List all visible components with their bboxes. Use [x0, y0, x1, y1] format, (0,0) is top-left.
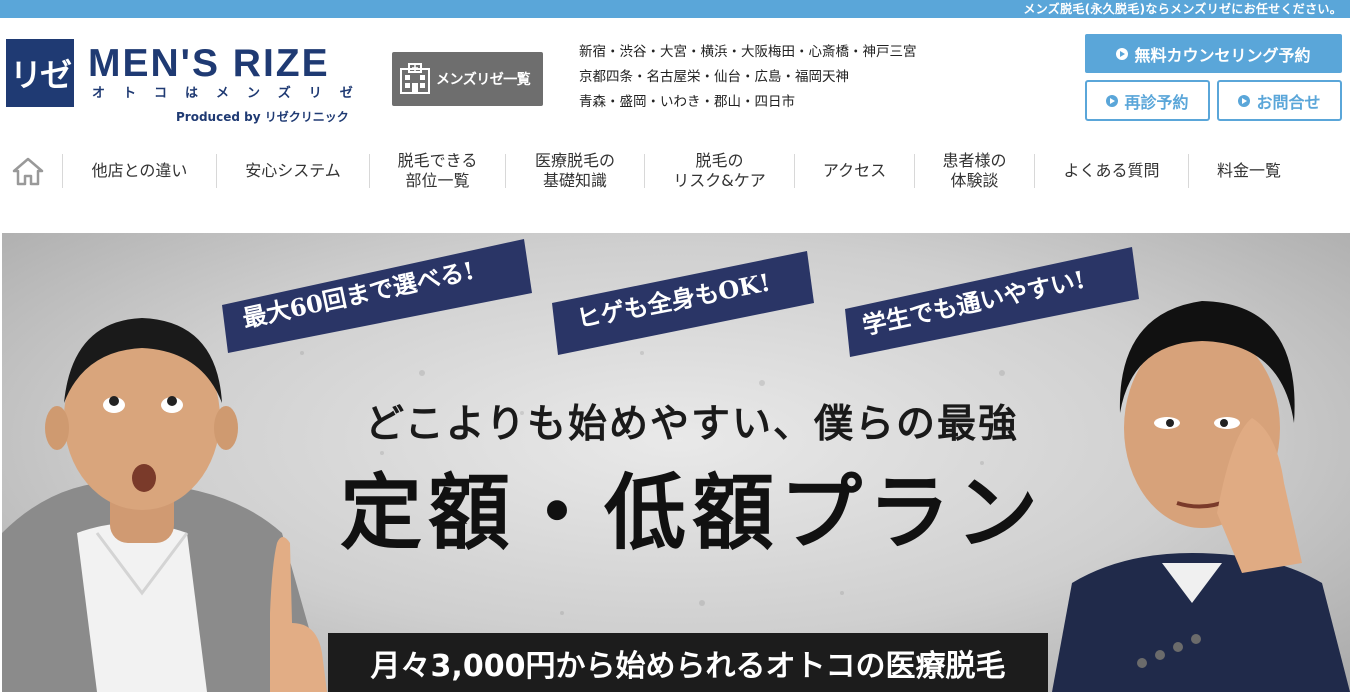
left-man-figure: [2, 318, 327, 692]
main-nav: 他店との違い 安心システム 脱毛できる 部位一覧 医療脱毛の 基礎知識 脱毛の …: [0, 146, 1350, 196]
revisit-booking-button[interactable]: 再診予約: [1085, 80, 1210, 121]
logo-brand-name[interactable]: MEN'S RIZE: [88, 42, 330, 86]
locations-line: 京都四条・名古屋栄・仙台・広島・福岡天神: [579, 69, 849, 85]
contact-button[interactable]: お問合せ: [1217, 80, 1342, 121]
logo-tagline: オトコはメンズリゼ: [92, 86, 371, 101]
clinic-list-label: メンズリゼ一覧: [436, 72, 531, 88]
nav-item-safety-system[interactable]: 安心システム: [217, 146, 369, 196]
nav-item-differences[interactable]: 他店との違い: [63, 146, 216, 196]
nav-item-risk-care[interactable]: 脱毛の リスク&ケア: [645, 146, 794, 196]
arrow-circle-icon: [1116, 47, 1129, 60]
nav-item-basics[interactable]: 医療脱毛の 基礎知識: [506, 146, 644, 196]
top-announcement-text: メンズ脱毛(永久脱毛)ならメンズリゼにお任せください。: [1023, 2, 1342, 16]
clinic-list-button[interactable]: メンズリゼ一覧: [392, 52, 543, 106]
top-announcement-bar: メンズ脱毛(永久脱毛)ならメンズリゼにお任せください。: [0, 0, 1350, 18]
logo-mark[interactable]: リゼ: [6, 39, 74, 107]
hero-price-text: 月々3,000円から始められるオトコの医療脱毛: [370, 649, 1006, 684]
locations-line: 青森・盛岡・いわき・郡山・四日市: [579, 94, 795, 110]
right-man-figure: [1052, 301, 1350, 692]
home-icon[interactable]: [12, 156, 44, 186]
free-counseling-label: 無料カウンセリング予約: [1134, 45, 1311, 65]
nav-item-pricing[interactable]: 料金一覧: [1189, 146, 1309, 196]
nav-item-faq[interactable]: よくある質問: [1035, 146, 1188, 196]
building-icon: [400, 63, 430, 94]
arrow-circle-icon: [1238, 94, 1251, 107]
locations-line: 新宿・渋谷・大宮・横浜・大阪梅田・心斎橋・神戸三宮: [579, 44, 917, 60]
logo-produced-by: Produced by リゼクリニック: [176, 110, 349, 124]
contact-label: お問合せ: [1256, 92, 1321, 112]
revisit-booking-label: 再診予約: [1124, 92, 1189, 112]
hero-banner[interactable]: 最大60回まで選べる! ヒゲも全身もOK! 学生でも通いやすい! どこよりも始め…: [2, 233, 1350, 692]
hero-headline: どこよりも始めやすい、僕らの最強: [364, 401, 1020, 447]
arrow-circle-icon: [1106, 94, 1119, 107]
clinic-locations: 新宿・渋谷・大宮・横浜・大阪梅田・心斎橋・神戸三宮 京都四条・名古屋栄・仙台・広…: [579, 40, 999, 115]
free-counseling-button[interactable]: 無料カウンセリング予約: [1085, 34, 1342, 73]
nav-item-access[interactable]: アクセス: [795, 146, 914, 196]
nav-item-testimonials[interactable]: 患者様の 体験談: [915, 146, 1034, 196]
hero-title: 定額・低額プラン: [339, 465, 1044, 561]
nav-item-body-parts[interactable]: 脱毛できる 部位一覧: [370, 146, 505, 196]
